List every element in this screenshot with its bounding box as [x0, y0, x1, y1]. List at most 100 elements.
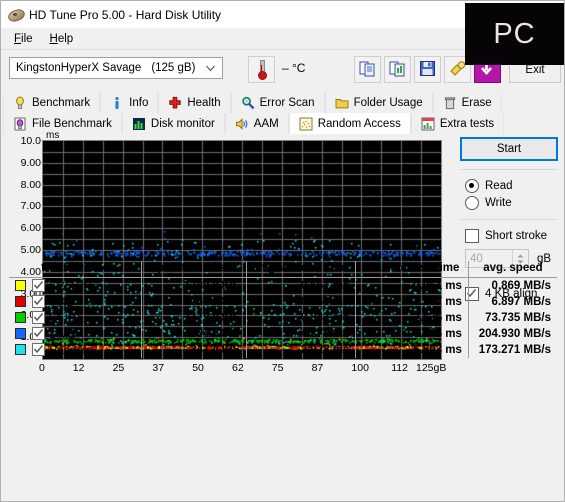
series-checkbox[interactable]: [32, 295, 45, 308]
save-icon[interactable]: [414, 56, 441, 83]
radio-read[interactable]: Read: [465, 179, 559, 193]
short-stroke-label: Short stroke: [485, 230, 547, 242]
folder-icon: [335, 96, 349, 110]
series-checkbox[interactable]: [32, 343, 45, 356]
column-header: avg. speed: [467, 261, 557, 278]
x-tick-label: 37: [152, 362, 165, 374]
avg-access-cell: 0.847 ms: [246, 310, 356, 326]
tab-disk-monitor[interactable]: Disk monitor: [121, 113, 225, 134]
y-tick-label: 8.00: [20, 178, 41, 191]
menu-file[interactable]: File: [7, 31, 43, 47]
tab-aam[interactable]: AAM: [224, 113, 289, 134]
tab-label: Health: [187, 96, 221, 109]
tab-extra-tests[interactable]: Extra tests: [410, 113, 505, 134]
tab-health[interactable]: Health: [158, 92, 231, 113]
transfer-size-cell[interactable]: Random: [9, 342, 142, 358]
series-label: 64 KB: [49, 313, 81, 325]
start-button[interactable]: Start: [460, 137, 558, 161]
tab-label: Random Access: [317, 117, 401, 130]
tab-random-access[interactable]: Random Access: [288, 113, 411, 134]
operations-cell: 341 IOPS: [140, 342, 247, 358]
tab-erase[interactable]: Erase: [432, 92, 502, 113]
table-row[interactable]: 512 bytes 1780 IOPS 0.561 ms 0.951 ms 0.869 …: [9, 277, 557, 295]
x-tick-label: 0: [39, 362, 45, 374]
transfer-size-cell[interactable]: 512 bytes: [9, 278, 142, 295]
avg-speed-cell: 73.735 MB/s: [467, 310, 557, 326]
thermometer-icon: [258, 60, 267, 80]
series-checkbox[interactable]: [32, 311, 45, 324]
tab-label: Error Scan: [259, 96, 315, 109]
tab-label: Info: [129, 96, 149, 109]
tab-file-benchmark[interactable]: File Benchmark: [3, 113, 122, 134]
menu-file-rest: ile: [21, 32, 33, 45]
tab-row-1: Benchmark Info Health Error Scan Folder …: [3, 92, 562, 113]
series-label: 1 MB: [49, 329, 76, 341]
checkbox-short-stroke[interactable]: Short stroke: [465, 229, 559, 243]
menu-help[interactable]: Help: [43, 31, 84, 47]
avg-access-cell: 4.879 ms: [246, 326, 356, 342]
tab-row-2: File Benchmark Disk monitor AAM Random A…: [3, 113, 562, 134]
transfer-size-cell[interactable]: 1 MB: [9, 326, 142, 342]
hard-disk-icon: [6, 7, 27, 24]
x-tick-label: 87: [311, 362, 324, 374]
avg-speed-cell: 173.271 MB/s: [467, 342, 557, 358]
copy-image-icon[interactable]: [384, 56, 411, 83]
operations-cell: 1780 IOPS: [140, 277, 247, 294]
scatter-icon: [299, 117, 313, 131]
avg-access-cell: 0.566 ms: [246, 294, 356, 310]
max-access-cell: 0.951 ms: [355, 277, 469, 294]
temperature-button[interactable]: [248, 56, 275, 83]
y-tick-label: 9.00: [20, 156, 41, 169]
radio-read-indicator: [465, 179, 479, 193]
table-row[interactable]: Random 341 IOPS 2.928 ms 5.503 ms 173.271 MB…: [9, 342, 557, 358]
tab-label: AAM: [253, 117, 279, 130]
avg-speed-cell: 0.869 MB/s: [467, 277, 557, 294]
short-stroke-box: [465, 229, 479, 243]
drive-name: KingstonHyperX Savage: [16, 62, 142, 74]
y-tick-label: 10.0: [20, 135, 41, 147]
radio-write-label: Write: [485, 197, 512, 209]
radio-write[interactable]: Write: [465, 196, 559, 210]
cross-icon: [168, 96, 182, 110]
table-row[interactable]: 4 KB 1765 IOPS 0.566 ms 1.267 ms 6.897 MB/s: [9, 294, 557, 310]
y-tick-label: 5.00: [20, 244, 41, 256]
pc-watermark-text: PC: [493, 17, 536, 50]
tab-info[interactable]: Info: [100, 92, 159, 113]
transfer-size-cell[interactable]: 4 KB: [9, 294, 142, 310]
x-tick-label: 125gB: [416, 362, 447, 374]
tab-label: File Benchmark: [32, 117, 112, 130]
avg-speed-cell: 204.930 MB/s: [467, 326, 557, 342]
max-access-cell: 1.267 ms: [355, 294, 469, 310]
table-header-row: transfer size operations / sec avg. access…: [9, 261, 557, 278]
x-tick-label: 112: [391, 362, 408, 374]
tab-folder-usage[interactable]: Folder Usage: [324, 92, 433, 113]
copy-icon[interactable]: [354, 56, 381, 83]
series-color-swatch: [15, 296, 26, 307]
drive-select[interactable]: KingstonHyperX Savage (125 gB): [9, 57, 223, 79]
pc-watermark: PC: [465, 3, 564, 65]
chevron-down-icon: [206, 65, 215, 72]
tab-label: Benchmark: [32, 96, 91, 109]
bar-chart-icon: [132, 117, 146, 131]
x-tick-label: 25: [112, 362, 125, 374]
tab-benchmark[interactable]: Benchmark: [3, 92, 101, 113]
hd-tune-window: HD Tune Pro 5.00 - Hard Disk Utility Fil…: [0, 0, 565, 502]
column-header: max. access time: [355, 261, 469, 278]
operations-cell: 204 IOPS: [140, 326, 247, 342]
series-checkbox[interactable]: [32, 279, 45, 292]
table-row[interactable]: 1 MB 204 IOPS 4.879 ms 5.876 ms 204.930 MB/s: [9, 326, 557, 342]
table-row[interactable]: 64 KB 1179 IOPS 0.847 ms 2.635 ms 73.735 MB/…: [9, 310, 557, 326]
tab-error-scan[interactable]: Error Scan: [230, 92, 325, 113]
transfer-size-cell[interactable]: 64 KB: [9, 310, 142, 326]
radio-write-indicator: [465, 196, 479, 210]
series-checkbox[interactable]: [32, 327, 45, 340]
x-tick-label: 50: [192, 362, 204, 374]
divider: [461, 169, 557, 170]
drive-capacity: (125 gB): [151, 62, 196, 74]
radio-read-label: Read: [485, 180, 513, 192]
x-tick-label: 75: [271, 362, 284, 374]
magnifier-icon: [241, 96, 255, 110]
y-tick-label: 7.00: [20, 200, 41, 213]
avg-speed-cell: 6.897 MB/s: [467, 294, 557, 310]
series-label: 4 KB: [49, 297, 74, 309]
